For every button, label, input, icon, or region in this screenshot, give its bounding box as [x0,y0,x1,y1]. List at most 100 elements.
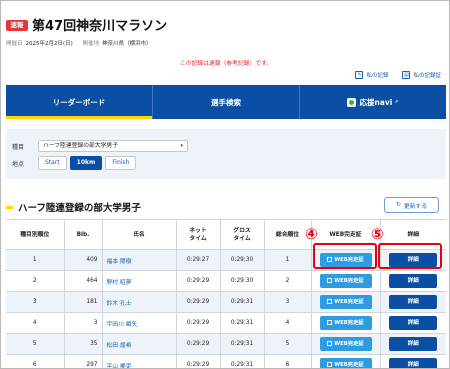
point-row: 地点 Start 10km Finish [12,156,139,170]
table-row: 4 3 宇田川 瞬矢 0:29:29 0:29:31 4 WEB完走証 詳細 [6,312,446,334]
certificate-cell: WEB完走証 [310,270,380,292]
runner-name-link[interactable]: 野村 昭夢 [101,270,176,292]
my-record-link[interactable]: ✎ 私の記録 [355,71,388,79]
venue-label: 開催地 [82,41,100,47]
external-link-icon: ⇗ [394,99,399,105]
my-record-label: 私の記録 [366,73,389,79]
table-row: 2 464 野村 昭夢 0:29:29 0:29:30 2 WEB完走証 詳細 [6,270,446,292]
runner-name-link[interactable]: 鈴木 孔士 [101,291,176,313]
gross-time-cell: 0:29:31 [219,312,264,334]
point-10km-button[interactable]: 10km [69,156,103,170]
overall-rank-cell: 5 [263,333,311,355]
filter-panel: 種目 ハーフ陸連登録の部大学男子 ▾ 地点 Start 10km Finish [6,129,446,179]
tab-support-navi[interactable]: 応援navi ⇗ [299,85,446,119]
section-title-text: ハーフ陸連登録の部大学男子 [18,203,141,214]
runner-name-link[interactable]: 平山 櫂吏 [101,354,176,368]
certificate-icon [327,278,333,283]
tab-leaderboard[interactable]: リーダーボード [6,85,152,119]
highlight-detail-button [378,243,442,269]
rank-cell: 4 [6,312,64,334]
race-date: 2025年2月2日(日) [25,41,73,47]
certificate-cell: WEB完走証 [310,354,380,369]
header-name: 氏名 [101,219,176,250]
certificate-icon [327,362,333,368]
my-links: ✎ 私の記録 ▤ 私の記録証 [355,71,441,79]
my-certificate-link[interactable]: ▤ 私の記録証 [402,71,441,79]
refresh-button[interactable]: ↻ 更新する [384,197,439,213]
web-certificate-button[interactable]: WEB完走証 [319,295,372,309]
my-certificate-label: 私の記録証 [413,73,441,79]
net-time-cell: 0:29:29 [175,312,220,334]
runner-name-link[interactable]: 松田 煌希 [101,333,176,355]
overall-rank-cell: 2 [263,270,311,292]
race-meta: 開催日 2025年2月2日(日) 開催地 神奈川県（横浜市） [6,39,160,47]
detail-cell: 詳細 [379,312,446,334]
point-finish-button[interactable]: Finish [105,156,137,170]
web-certificate-button[interactable]: WEB完走証 [319,316,372,330]
category-select[interactable]: ハーフ陸連登録の部大学男子 ▾ [38,140,188,152]
certificate-cell: WEB完走証 [310,333,380,355]
header-net-time: ネット タイム [175,219,220,250]
overall-rank-cell: 1 [263,249,311,271]
net-time-cell: 0:29:29 [175,354,220,368]
certificate-icon [327,320,333,325]
annotation-mark-5: ⑤ [371,225,384,243]
certificate-icon: ▤ [402,71,411,79]
gross-time-cell: 0:29:31 [219,333,264,355]
detail-cell: 詳細 [379,291,446,313]
rank-cell: 1 [6,249,64,271]
overall-rank-cell: 4 [263,312,311,334]
gross-time-cell: 0:29:31 [219,354,264,368]
bib-cell: 297 [63,354,102,368]
detail-button[interactable]: 詳細 [389,274,438,288]
point-label: 地点 [12,160,25,168]
bib-cell: 3 [63,312,102,334]
preliminary-badge: 速報 [6,20,28,31]
web-certificate-button[interactable]: WEB完走証 [319,337,372,351]
section-bar [6,205,13,209]
tab-runner-search-label: 選手検索 [211,97,241,107]
section-title: ハーフ陸連登録の部大学男子 [6,200,141,214]
web-certificate-label: WEB完走証 [334,278,364,284]
certificate-icon [327,299,333,304]
rank-cell: 3 [6,291,64,313]
net-time-cell: 0:29:29 [175,333,220,355]
table-row: 5 35 松田 煌希 0:29:29 0:29:31 5 WEB完走証 詳細 [6,333,446,355]
certificate-cell: WEB完走証 [310,291,380,313]
category-value: ハーフ陸連登録の部大学男子 [43,143,119,149]
table-row: 3 181 鈴木 孔士 0:29:29 0:29:31 3 WEB完走証 詳細 [6,291,446,313]
web-certificate-button[interactable]: WEB完走証 [319,358,372,369]
header-gross-time: グロス タイム [219,219,264,250]
detail-button[interactable]: 詳細 [389,316,438,330]
bib-cell: 464 [63,270,102,292]
race-venue: 神奈川県（横浜市） [102,41,152,47]
gross-time-cell: 0:29:30 [219,270,264,292]
web-certificate-label: WEB完走証 [334,299,364,305]
tab-leaderboard-label: リーダーボード [52,97,106,107]
gross-time-cell: 0:29:30 [219,249,264,271]
web-certificate-label: WEB完走証 [334,320,364,326]
detail-button[interactable]: 詳細 [389,337,438,351]
bib-cell: 181 [63,291,102,313]
edit-icon: ✎ [355,71,364,79]
category-row: 種目 ハーフ陸連登録の部大学男子 ▾ [12,140,188,152]
gross-time-cell: 0:29:31 [219,291,264,313]
web-certificate-button[interactable]: WEB完走証 [319,274,372,288]
main-nav: リーダーボード 選手検索 応援navi ⇗ [6,85,446,119]
net-time-cell: 0:29:27 [175,249,220,271]
point-start-button[interactable]: Start [38,156,67,170]
chevron-down-icon: ▾ [180,143,183,149]
runner-name-link[interactable]: 宇田川 瞬矢 [101,312,176,334]
header-overall: 総合順位 [263,219,311,250]
web-certificate-label: WEB完走証 [334,362,364,369]
overall-rank-cell: 3 [263,291,311,313]
runner-name-link[interactable]: 福本 陽樹 [101,249,176,271]
race-title: 第47回神奈川マラソン [32,19,168,34]
date-label: 開催日 [6,41,23,47]
detail-button[interactable]: 詳細 [389,358,438,368]
header-bib: Bib. [63,219,102,250]
net-time-cell: 0:29:29 [175,291,220,313]
detail-button[interactable]: 詳細 [389,295,438,309]
tab-runner-search[interactable]: 選手検索 [152,85,299,119]
refresh-icon: ↻ [395,202,401,208]
